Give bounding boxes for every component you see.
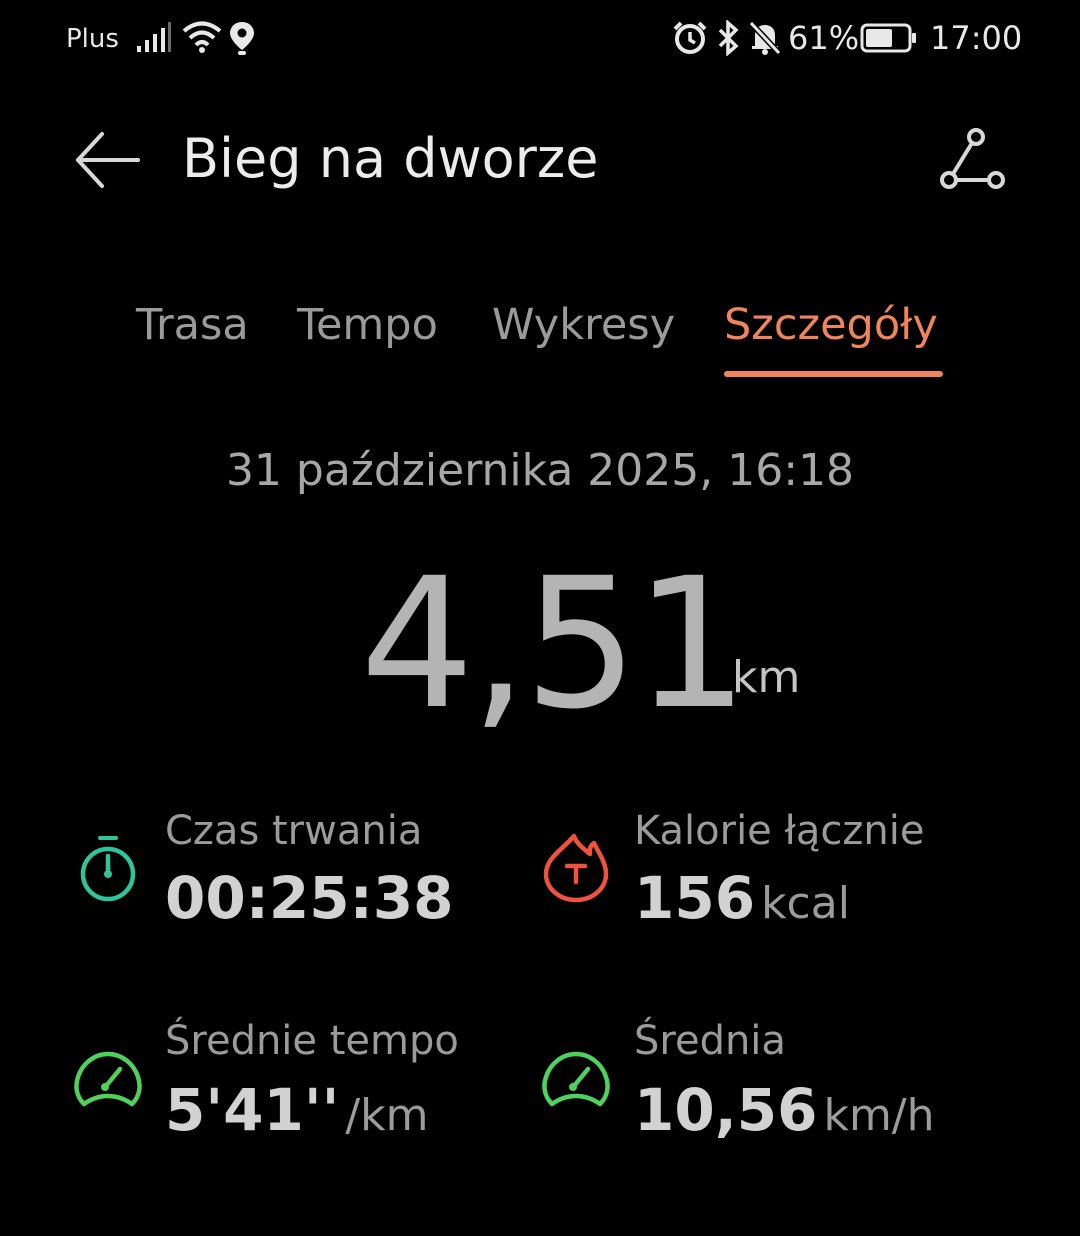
battery-icon [860,23,916,53]
arrow-left-icon [76,132,140,188]
battery-percent: 61% [788,19,860,57]
distance-unit: km [732,652,801,703]
share-route-button[interactable] [934,126,1010,192]
workout-details-screen: Plus 61% 17:00 Bieg na dworze Trasa Temp… [0,0,1080,1236]
flame-icon [543,833,609,903]
tab-szczegoly[interactable]: Szczegóły [724,300,938,350]
stat-label-calories: Kalorie łącznie [634,808,925,854]
calories-value: 156 [634,864,756,932]
tab-wykresy[interactable]: Wykresy [492,300,675,350]
back-button[interactable] [70,128,144,192]
avg-pace-value: 5'41'' [165,1076,340,1144]
alarm-icon [673,21,707,54]
mute-icon [748,20,782,56]
route-share-icon [940,128,1005,189]
distance-value: 4,51 [360,540,749,749]
stat-value-avg-speed: 10,56 km/h [634,1076,935,1144]
stat-value-duration: 00:25:38 [165,864,454,932]
stat-value-calories: 156 kcal [634,864,850,932]
bluetooth-icon [718,20,739,56]
tab-trasa[interactable]: Trasa [136,300,249,350]
carrier-label: Plus [66,24,119,54]
location-icon [230,22,254,55]
stopwatch-icon [80,836,136,902]
status-bar: Plus 61% 17:00 [0,0,1080,78]
page-title: Bieg na dworze [182,127,599,190]
avg-speed-value: 10,56 [634,1076,818,1144]
duration-value: 00:25:38 [165,864,454,932]
signal-icon [137,22,171,52]
stat-value-avg-pace: 5'41''/km [165,1076,429,1144]
clock: 17:00 [930,19,1023,57]
stat-label-avg-pace: Średnie tempo [165,1018,459,1064]
speedometer-icon [74,1051,142,1107]
stat-label-duration: Czas trwania [165,808,423,854]
avg-speed-unit: km/h [823,1090,935,1141]
tab-tempo[interactable]: Tempo [297,300,438,350]
workout-date: 31 października 2025, 16:18 [225,445,855,496]
calories-unit: kcal [761,878,850,929]
stat-label-avg-speed: Średnia [634,1018,786,1064]
wifi-icon [182,21,222,53]
avg-pace-unit: /km [345,1090,429,1141]
speedometer-icon [542,1051,610,1107]
active-tab-indicator [724,371,943,377]
